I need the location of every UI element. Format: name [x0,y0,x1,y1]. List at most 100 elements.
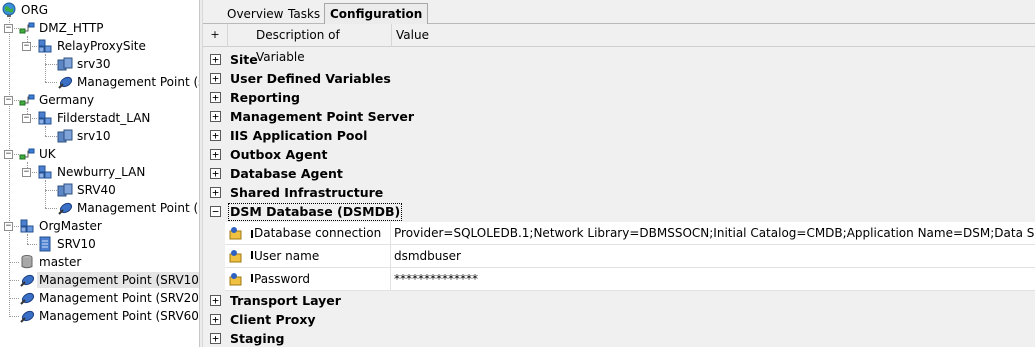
group-row-shared-infrastructure[interactable]: + Shared Infrastructure [203,184,1035,203]
tree-node-label: Germany [39,93,95,107]
group-name: DSM Database (DSMDB) [227,203,403,221]
server-icon [57,182,73,198]
tree-node-label: Management Point (SF [77,201,199,215]
group-row-client-proxy[interactable]: + Client Proxy [203,311,1035,330]
database-server-icon [37,236,53,252]
group-name: User Defined Variables [230,71,391,86]
expand-icon[interactable]: + [210,168,221,179]
group-row-database-agent[interactable]: + Database Agent [203,165,1035,184]
tree-node-srv30[interactable]: srv30 [57,55,113,73]
group-row-reporting[interactable]: + Reporting [203,89,1035,108]
expand-icon[interactable]: + [210,149,221,160]
variable-icon [229,248,245,264]
variable-row[interactable]: User name dsmdbuser [225,245,1035,268]
expand-icon[interactable]: + [210,130,221,141]
expand-icon[interactable]: + [210,295,221,306]
tree-node-org[interactable]: ORG [1,1,50,19]
tab-overview[interactable]: Overview [222,5,289,24]
management-point-icon [57,74,73,90]
tree-node-filderstadt-lan[interactable]: Filderstadt_LAN [37,109,152,127]
tree-collapse-orgmaster[interactable]: − [4,222,13,231]
variable-row[interactable]: Database connection Provider=SQLOLEDB.1;… [225,222,1035,245]
tree-node-label: srv30 [77,57,111,71]
tree-node-label: Management Point (SRV10) [37,272,199,288]
expand-icon[interactable]: + [210,73,221,84]
tree-node-relayproxysite[interactable]: RelayProxySite [37,37,148,55]
group-row-site[interactable]: + Site [203,51,1035,70]
expand-icon[interactable]: + [210,187,221,198]
tree-node-germany[interactable]: Germany [19,91,96,109]
group-row-iis-application-pool[interactable]: + IIS Application Pool [203,127,1035,146]
tree-node-newburry-lan[interactable]: Newburry_LAN [37,163,147,181]
expand-icon[interactable]: + [210,92,221,103]
management-point-icon [19,290,35,306]
tab-configuration[interactable]: Configuration [324,3,429,25]
tree-node-label: SRV40 [77,183,116,197]
tree-collapse-dmz-http[interactable]: − [4,24,13,33]
tree-node-orgmaster[interactable]: OrgMaster [19,217,104,235]
tree-node-label: RelayProxySite [57,39,146,53]
expand-icon[interactable]: + [210,314,221,325]
column-header-description[interactable]: Description of Variable [228,24,392,64]
tree-node-srv10[interactable]: srv10 [57,127,113,145]
tree-node-label: Management Point (SRV60) [39,309,199,323]
group-row-dsm-database[interactable]: − DSM Database (DSMDB) [203,203,1035,222]
network-icon [19,20,35,36]
group-name: Site [230,52,258,67]
tree-node-label: master [39,255,82,269]
details-panel: Overview Tasks Configuration + Descripti… [203,0,1035,347]
group-name: Staging [230,331,285,346]
variable-value[interactable]: ************** [394,271,478,287]
tree-node-management-point-srv30[interactable]: Management Point (sr [57,73,199,91]
tree-node-srv40[interactable]: SRV40 [57,181,118,199]
group-name: Shared Infrastructure [230,185,384,200]
management-point-icon [57,200,73,216]
group-name: Client Proxy [230,312,316,327]
collapse-icon[interactable]: − [210,206,221,217]
tree-node-label: DMZ_HTTP [39,21,104,35]
variable-value[interactable]: Provider=SQLOLEDB.1;Network Library=DBMS… [394,225,1035,241]
tree-node-label: Filderstadt_LAN [57,111,151,125]
column-header-value[interactable]: Value [392,24,1035,47]
site-icon [37,164,53,180]
group-row-management-point-server[interactable]: + Management Point Server [203,108,1035,127]
navigation-tree: − − − − − − − ORG DMZ_HTTP RelayProxySit… [0,0,199,347]
variable-value[interactable]: dsmdbuser [394,248,461,264]
expand-icon[interactable]: + [210,54,221,65]
tree-node-dmz-http[interactable]: DMZ_HTTP [19,19,106,37]
expand-icon[interactable]: + [210,333,221,344]
variable-name: User name [254,249,320,263]
tree-collapse-germany[interactable]: − [4,96,13,105]
tree-collapse-relayproxysite[interactable]: − [22,42,31,51]
group-row-staging[interactable]: + Staging [203,330,1035,347]
tree-node-management-point-srv10[interactable]: Management Point (SRV10) [19,271,199,289]
tree-node-uk[interactable]: UK [19,145,58,163]
tree-node-master[interactable]: master [19,253,83,271]
group-name: IIS Application Pool [230,128,368,143]
variable-icon [229,225,245,241]
database-icon [19,254,35,270]
globe-icon [1,2,17,18]
tree-collapse-uk[interactable]: − [4,150,13,159]
network-icon [19,92,35,108]
expand-icon[interactable]: + [210,111,221,122]
tree-node-label: Management Point (sr [77,75,199,89]
tree-node-management-point-srv60[interactable]: Management Point (SRV60) [19,307,199,325]
group-name: Management Point Server [230,109,415,124]
variable-row[interactable]: Password ************** [225,268,1035,291]
tree-collapse-filderstadt[interactable]: − [22,114,31,123]
tab-bar: Overview Tasks Configuration [203,0,1035,25]
group-row-outbox-agent[interactable]: + Outbox Agent [203,146,1035,165]
expand-all-button[interactable]: + [203,24,228,47]
tree-collapse-newburry[interactable]: − [22,168,31,177]
group-row-transport-layer[interactable]: + Transport Layer [203,292,1035,311]
site-icon [19,218,35,234]
tree-node-management-point-srv40[interactable]: Management Point (SF [57,199,199,217]
tree-node-orgmaster-srv10[interactable]: SRV10 [37,235,98,253]
tree-node-management-point-srv20[interactable]: Management Point (SRV20) [19,289,199,307]
variable-name: Database connection [254,226,382,240]
group-row-user-defined-variables[interactable]: + User Defined Variables [203,70,1035,89]
group-name: Transport Layer [230,293,341,308]
tree-node-label: Newburry_LAN [57,165,146,179]
tab-tasks[interactable]: Tasks [283,5,325,24]
